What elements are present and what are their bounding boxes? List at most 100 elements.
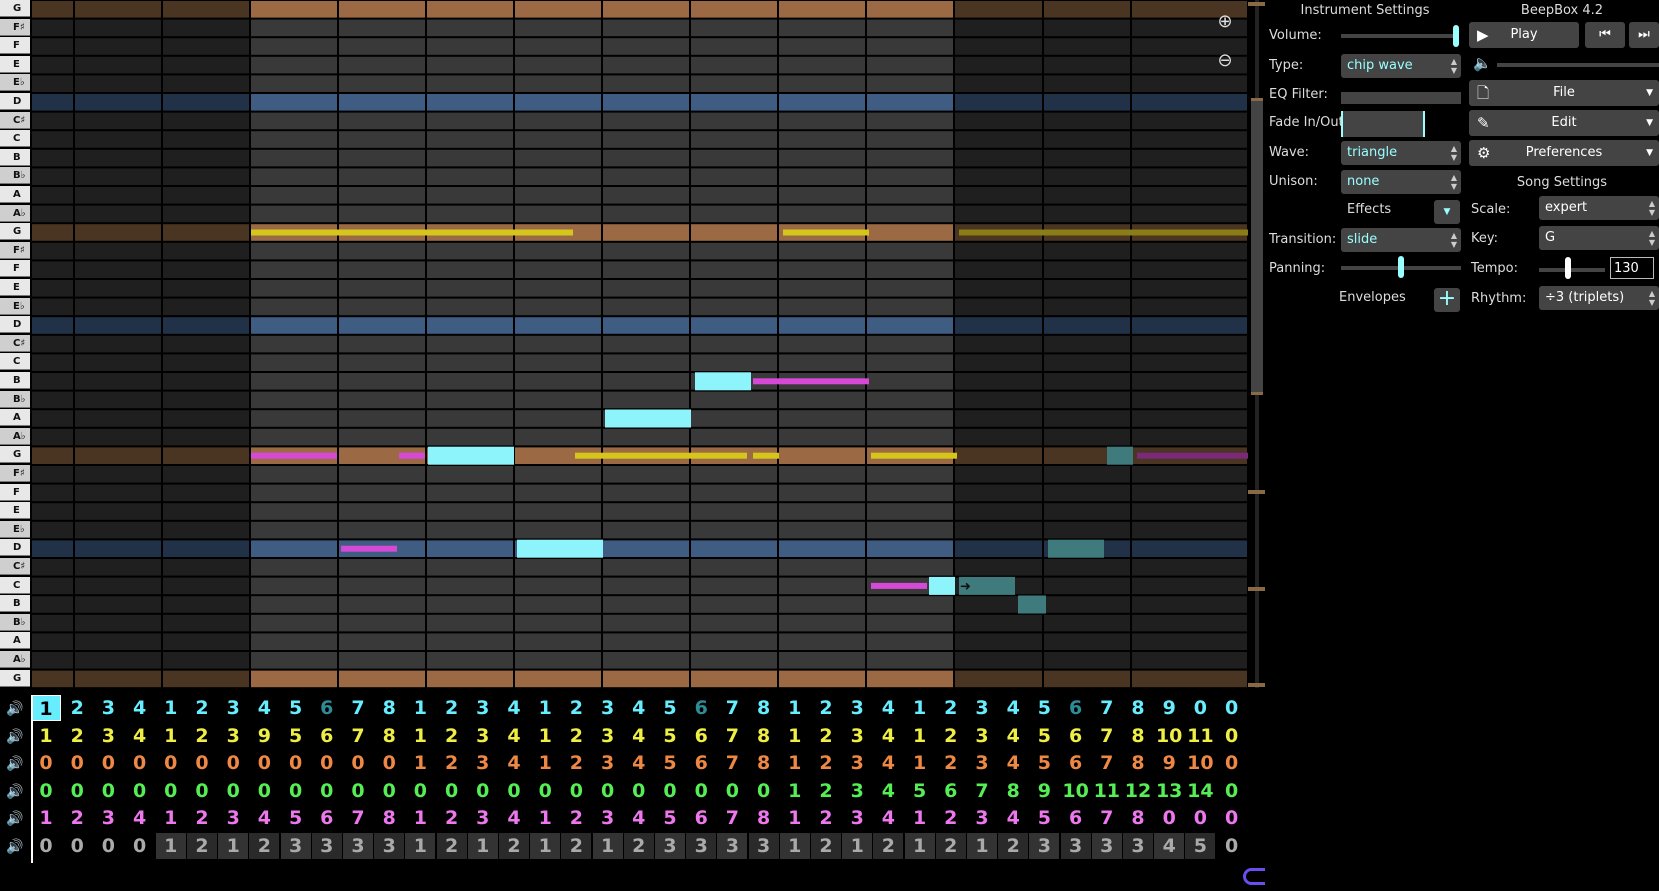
pattern-cell[interactable]: 11 — [1185, 723, 1215, 749]
pattern-cell[interactable]: 0 — [31, 833, 61, 859]
pattern-cell[interactable]: 4 — [998, 695, 1028, 721]
pattern-cell[interactable]: 0 — [1217, 805, 1247, 831]
pattern-cell[interactable]: 3 — [842, 750, 872, 776]
pattern-cell[interactable]: 1 — [467, 833, 498, 859]
pattern-cell[interactable]: 0 — [125, 778, 155, 804]
scrollbar-thumb[interactable] — [1251, 98, 1263, 395]
pattern-cell[interactable]: 4 — [873, 723, 903, 749]
pattern-cell[interactable]: 13 — [1154, 778, 1184, 804]
pattern-cell[interactable]: 1 — [156, 723, 186, 749]
piano-key[interactable]: G — [0, 669, 30, 687]
pattern-cell[interactable]: 2 — [561, 723, 591, 749]
pattern-cell[interactable]: 0 — [187, 750, 217, 776]
channel-mute-speaker-icon[interactable]: 🔊 — [4, 837, 26, 857]
pattern-cell[interactable]: 2 — [62, 723, 92, 749]
pattern-cell[interactable]: 6 — [312, 723, 342, 749]
pattern-cell[interactable]: 1 — [405, 833, 436, 859]
pattern-cell[interactable]: 4 — [249, 805, 279, 831]
pattern-cell[interactable]: 1 — [530, 805, 560, 831]
pattern-cell[interactable]: 3 — [967, 695, 997, 721]
pattern-cell[interactable]: 0 — [686, 778, 716, 804]
piano-key[interactable]: G — [0, 0, 30, 17]
pattern-cell[interactable]: 4 — [624, 805, 654, 831]
pattern-cell[interactable]: 1 — [592, 833, 623, 859]
pattern-cell[interactable]: 4 — [125, 695, 155, 721]
pattern-cell[interactable]: 2 — [499, 833, 529, 859]
pattern-cell[interactable]: 0 — [374, 778, 404, 804]
pattern-cell[interactable]: 2 — [936, 723, 966, 749]
pattern-cell[interactable]: 6 — [1061, 695, 1091, 721]
pattern-cell[interactable]: 3 — [967, 750, 997, 776]
piano-key[interactable]: A♭ — [0, 427, 30, 445]
pattern-cell[interactable]: 5 — [655, 805, 685, 831]
pattern-cell[interactable]: 3 — [593, 805, 623, 831]
piano-key[interactable]: D — [0, 539, 30, 557]
pattern-cell[interactable]: 1 — [405, 750, 435, 776]
pattern-cell[interactable]: 0 — [593, 778, 623, 804]
pattern-cell[interactable]: 1 — [967, 833, 997, 859]
pattern-cell[interactable]: 5 — [1029, 723, 1059, 749]
pattern-cell[interactable]: 2 — [811, 695, 841, 721]
pattern-cell[interactable]: 5 — [655, 695, 685, 721]
pattern-cell[interactable]: 3 — [343, 833, 373, 859]
piano-key[interactable]: F♯ — [0, 241, 30, 259]
wave-select[interactable]: triangle ▲ ▼ — [1341, 141, 1461, 165]
fade-editor[interactable] — [1341, 111, 1425, 137]
key-select[interactable]: G ▲ ▼ — [1539, 226, 1659, 250]
piano-key[interactable]: C — [0, 130, 30, 148]
piano-key[interactable]: E♭ — [0, 297, 30, 315]
pattern-cell[interactable]: 0 — [312, 778, 342, 804]
pattern-cell[interactable]: 9 — [1154, 695, 1184, 721]
pattern-cell[interactable]: 0 — [717, 778, 747, 804]
preferences-menu-button[interactable]: ⚙ Preferences ▼ — [1469, 140, 1659, 166]
note-grid-canvas[interactable]: ➜ — [31, 0, 1248, 688]
pattern-cell[interactable]: 1 — [405, 723, 435, 749]
pattern-cell[interactable]: 4 — [873, 805, 903, 831]
pattern-cell[interactable]: 3 — [1029, 833, 1060, 859]
pattern-cell[interactable]: 8 — [1123, 805, 1153, 831]
tempo-input[interactable]: 130 — [1610, 257, 1654, 279]
pattern-cell[interactable]: 4 — [499, 723, 529, 749]
pattern-cell[interactable]: 0 — [62, 750, 92, 776]
note-grid[interactable]: ➜ — [31, 0, 1248, 688]
add-envelope-button[interactable]: + — [1434, 288, 1460, 312]
pattern-cell[interactable]: 1 — [780, 778, 810, 804]
pattern-cell[interactable]: 4 — [249, 695, 279, 721]
pattern-cell[interactable]: 3 — [842, 805, 872, 831]
piano-key[interactable]: C♯ — [0, 558, 30, 575]
pattern-cell[interactable]: 2 — [811, 833, 841, 859]
pattern-cell[interactable]: 14 — [1185, 778, 1215, 804]
pattern-cell[interactable]: 2 — [187, 723, 217, 749]
pattern-cell[interactable]: 3 — [468, 723, 498, 749]
pattern-cell[interactable]: 1 — [779, 833, 810, 859]
pattern-cell[interactable]: 3 — [842, 778, 872, 804]
pattern-cell[interactable]: 8 — [374, 723, 404, 749]
pattern-cell[interactable]: 0 — [1217, 778, 1247, 804]
pattern-cell[interactable]: 7 — [717, 695, 747, 721]
pattern-cell[interactable]: 1 — [530, 695, 560, 721]
pattern-editor[interactable]: 🔊 1 2 3 4 1 2 3 4 5 6 7 8 1 2 3 4 1 2 3 4 5 6 7 8 1 2 3 4 1 2 3 4 5 6 7 8 9 0 0… — [0, 695, 1265, 865]
pattern-cell[interactable]: 2 — [436, 833, 467, 859]
pattern-cell[interactable]: 3 — [967, 805, 997, 831]
pattern-cell[interactable]: 7 — [1092, 750, 1122, 776]
transition-select[interactable]: slide ▲ ▼ — [1341, 228, 1461, 252]
pattern-cell[interactable]: 0 — [281, 750, 311, 776]
file-menu-button[interactable]: 🗋 File ▼ — [1469, 80, 1659, 106]
volume-slider[interactable] — [1341, 34, 1456, 38]
pattern-cell[interactable]: 4 — [125, 805, 155, 831]
pattern-cell[interactable]: 8 — [374, 805, 404, 831]
pattern-cell[interactable]: 0 — [437, 778, 467, 804]
pattern-cell[interactable]: 2 — [437, 805, 467, 831]
pattern-cell[interactable]: 6 — [936, 778, 966, 804]
pattern-cell[interactable]: 0 — [624, 778, 654, 804]
pattern-cell[interactable]: 1 — [905, 805, 935, 831]
eq-filter-editor[interactable] — [1341, 92, 1461, 104]
pattern-cell[interactable]: 0 — [468, 778, 498, 804]
pattern-cell[interactable]: 8 — [1123, 695, 1153, 721]
pattern-cell[interactable]: 3 — [93, 695, 123, 721]
pattern-cell[interactable]: 3 — [842, 695, 872, 721]
pattern-cell[interactable]: 0 — [1217, 695, 1247, 721]
pattern-cell[interactable]: 3 — [1123, 833, 1153, 859]
pattern-cell[interactable]: 9 — [249, 723, 279, 749]
pattern-cell[interactable]: 4 — [998, 750, 1028, 776]
